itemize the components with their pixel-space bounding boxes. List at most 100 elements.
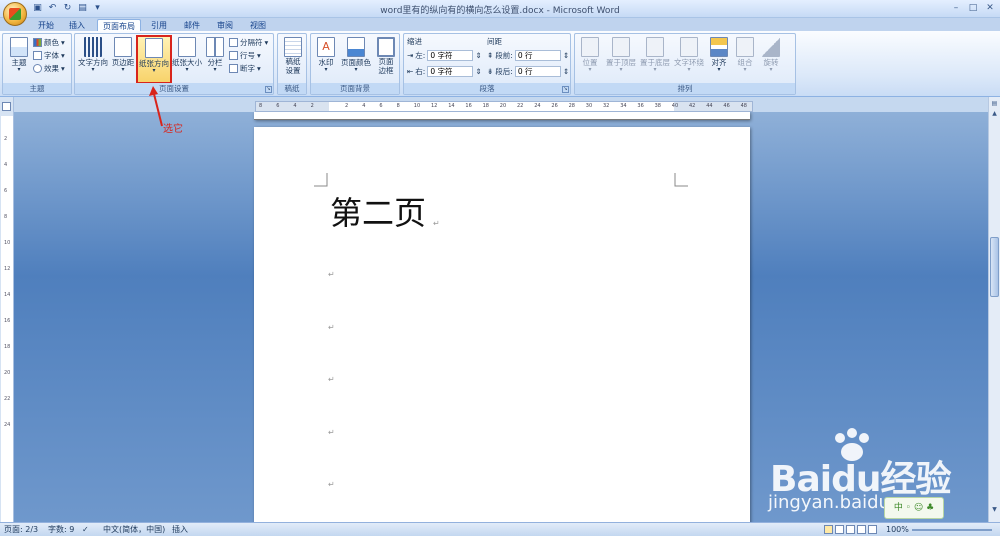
ruler-number: 40 (671, 103, 679, 109)
indent-right-row: ⇤ 右: 0 字符 ⇕ (407, 66, 482, 77)
chevron-down-icon: ▾ (61, 38, 65, 47)
ruler-number: 46 (723, 103, 730, 109)
group-objects-icon (736, 37, 754, 57)
chevron-down-icon: ▾ (743, 66, 747, 73)
ruler-number: 10 (413, 103, 421, 109)
chevron-down-icon: ▾ (61, 64, 65, 73)
send-to-back-button[interactable]: 置于底层 ▾ (638, 36, 672, 82)
chevron-down-icon: ▾ (257, 51, 261, 60)
status-page[interactable]: 页面: 2/3 (4, 523, 38, 536)
margins-button[interactable]: 页边距 ▾ (110, 36, 136, 82)
indent-right-icon: ⇤ (407, 67, 414, 76)
scroll-down-icon[interactable]: ▼ (990, 505, 999, 514)
scroll-up-icon[interactable]: ▲ (990, 109, 999, 118)
orientation-button[interactable]: 纸张方向 ▾ (136, 35, 172, 84)
columns-icon (206, 37, 224, 57)
align-button[interactable]: 对齐 ▾ (706, 36, 732, 82)
text-wrap-button[interactable]: 文字环绕 ▾ (672, 36, 706, 82)
status-words[interactable]: 字数: 9 (48, 523, 74, 536)
themes-button[interactable]: 主题 ▾ (5, 36, 33, 82)
scroll-thumb[interactable] (990, 237, 999, 297)
indent-left-input[interactable]: 0 字符 (427, 50, 474, 61)
text-direction-button[interactable]: 文字方向 ▾ (76, 36, 110, 82)
draft-icon[interactable] (868, 525, 877, 534)
theme-colors-button[interactable]: 颜色 ▾ (33, 37, 65, 48)
maximize-icon[interactable]: □ (965, 2, 981, 15)
paragraph-mark: ↵ (328, 480, 335, 489)
chevron-down-icon: ▾ (257, 64, 261, 73)
chevron-down-icon: ▾ (717, 66, 721, 73)
spacing-after-input[interactable]: 0 行 (514, 66, 561, 77)
margins-icon (114, 37, 132, 57)
manuscript-setup-button[interactable]: 稿纸设置 (279, 36, 307, 82)
colors-icon (33, 38, 42, 47)
horizontal-ruler[interactable]: 8 6 4 2 2 4 6 8 10 12 14 16 18 20 22 24 26 28 30 32 34 36 38 40… (255, 101, 753, 112)
outline-icon[interactable] (857, 525, 866, 534)
status-language[interactable]: 中文(简体，中国) (103, 523, 165, 536)
ruler-number: 18 (482, 103, 489, 109)
status-zoom[interactable]: 100% (886, 523, 909, 536)
spacing-label: 间距 (487, 37, 502, 46)
close-icon[interactable]: ✕ (982, 2, 998, 15)
breaks-button[interactable]: 分隔符 ▾ (229, 37, 268, 48)
web-layout-icon[interactable] (846, 525, 855, 534)
ruler-view-icon[interactable]: ▤ (990, 99, 999, 108)
theme-effects-button[interactable]: 效果 ▾ (33, 63, 65, 74)
minimize-icon[interactable]: – (948, 2, 964, 15)
dialog-launcher-icon[interactable]: ↘ (562, 86, 569, 93)
spacing-after-row: ⇟ 段后: 0 行 ⇕ (487, 66, 570, 77)
spinner-icon[interactable]: ⇕ (475, 66, 481, 77)
theme-fonts-button[interactable]: 字体 ▾ (33, 50, 65, 61)
ime-toolbar[interactable]: 中 ◦ ☺ ♣ (884, 497, 944, 519)
status-insert-mode[interactable]: 插入 (172, 523, 188, 536)
dialog-launcher-icon[interactable]: ↘ (265, 86, 272, 93)
office-button[interactable] (3, 2, 27, 26)
spacing-before-icon: ⇞ (487, 51, 494, 60)
spacing-before-input[interactable]: 0 行 (514, 50, 561, 61)
window-controls: – □ ✕ (948, 2, 998, 15)
hyphenation-button[interactable]: 断字 ▾ (229, 63, 261, 74)
orientation-icon (145, 38, 163, 58)
paper-size-button[interactable]: 纸张大小 ▾ (172, 36, 202, 82)
bring-to-front-button[interactable]: 置于顶层 ▾ (604, 36, 638, 82)
spacing-after-icon: ⇟ (487, 67, 494, 76)
previous-page-bottom (254, 112, 750, 120)
ruler-number: 12 (431, 103, 438, 109)
line-numbers-button[interactable]: 行号 ▾ (229, 50, 261, 61)
manuscript-icon (284, 37, 302, 57)
zoom-slider[interactable] (912, 529, 992, 531)
group-label: 排列 (575, 83, 795, 94)
print-layout-icon[interactable] (824, 525, 833, 534)
paragraph-mark: ↵ (328, 428, 335, 437)
vertical-scrollbar[interactable]: ▤ ▲ ▼ (988, 97, 1000, 522)
ruler-number: 4 (362, 103, 366, 109)
page-borders-icon (377, 37, 395, 57)
crop-mark-top-right (674, 173, 688, 187)
send-back-icon (646, 37, 664, 57)
ruler-number: 2 (310, 103, 314, 109)
paragraph-group: 缩进 ⇥ 左: 0 字符 ⇕ ⇤ 右: 0 字符 ⇕ 间距 ⇞ 段前: 0 行 ⇕ ⇟ 段后: 0 行… (403, 33, 571, 95)
themes-icon (10, 37, 28, 57)
spinner-icon[interactable]: ⇕ (563, 66, 569, 77)
group-button[interactable]: 组合 ▾ (732, 36, 758, 82)
hyphenation-icon (229, 64, 238, 73)
page-color-button[interactable]: 页面颜色 ▾ (340, 36, 372, 82)
vertical-ruler[interactable]: 2 4 6 8 10 12 14 16 18 20 22 24 (1, 116, 13, 522)
spell-check-icon[interactable]: ✓ (82, 523, 89, 536)
spinner-icon[interactable]: ⇕ (563, 50, 569, 61)
spinner-icon[interactable]: ⇕ (475, 50, 481, 61)
ruler-number: 32 (603, 103, 610, 109)
watermark-button[interactable]: A 水印 ▾ (313, 36, 339, 82)
columns-button[interactable]: 分栏 ▾ (202, 36, 228, 82)
page-borders-button[interactable]: 页面边框 (373, 36, 399, 82)
page-background-group: A 水印 ▾ 页面颜色 ▾ 页面边框 页面背景 (310, 33, 400, 95)
position-button[interactable]: 位置 ▾ (577, 36, 603, 82)
ruler-number: 20 (499, 103, 507, 109)
document-heading[interactable]: 第二页 (330, 195, 426, 231)
full-screen-reading-icon[interactable] (835, 525, 844, 534)
indent-right-input[interactable]: 0 字符 (427, 66, 474, 77)
paragraph-mark: ↵ (433, 219, 440, 228)
ruler-toggle-icon[interactable] (2, 102, 11, 111)
ruler-number: 36 (637, 103, 644, 109)
rotate-button[interactable]: 旋转 ▾ (758, 36, 784, 82)
